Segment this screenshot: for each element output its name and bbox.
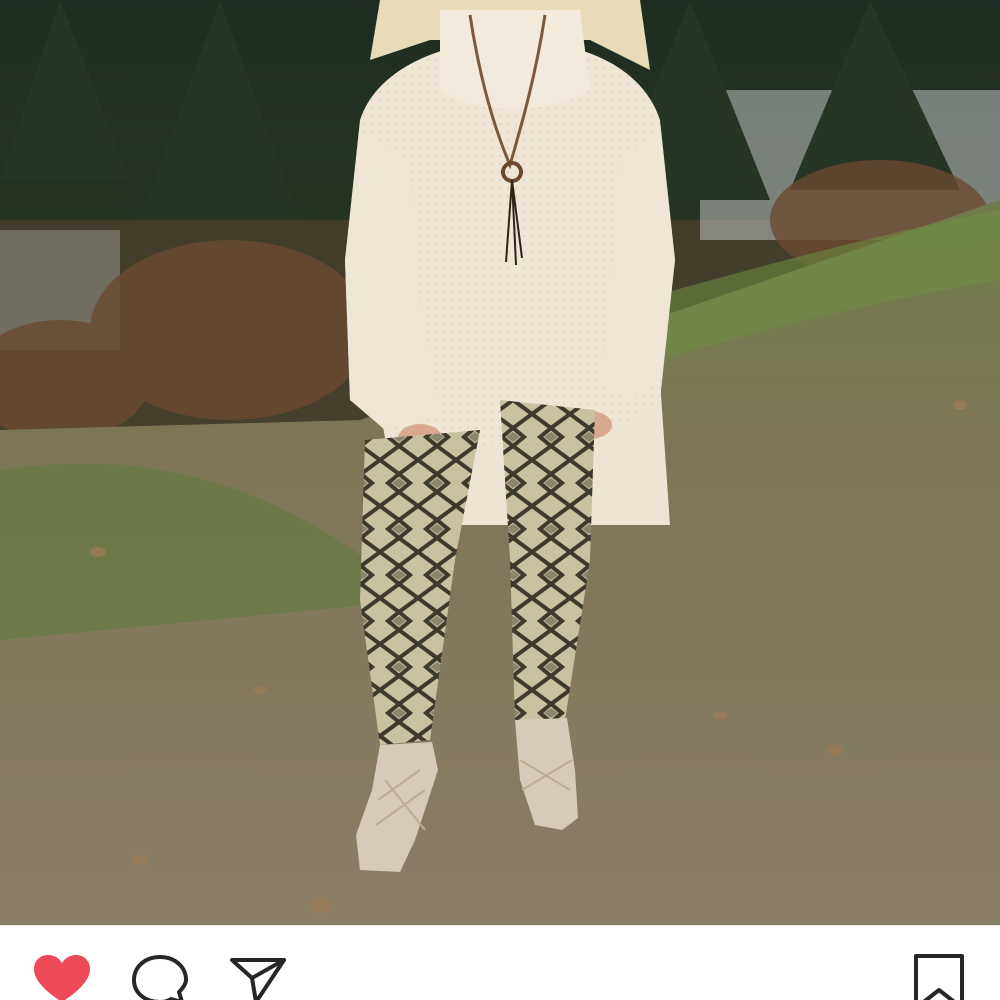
post-action-bar: [0, 926, 1000, 1000]
heart-icon: [34, 955, 90, 1000]
save-button[interactable]: [908, 952, 970, 1000]
share-button[interactable]: [226, 954, 290, 1000]
comment-button[interactable]: [128, 954, 192, 1000]
like-button[interactable]: [30, 954, 94, 1000]
paper-plane-icon: [230, 958, 286, 1000]
outfit-photo-illustration: [0, 0, 1000, 925]
comment-icon: [132, 955, 188, 1000]
post-photo[interactable]: [0, 0, 1000, 925]
instagram-post: [0, 0, 1000, 1000]
bookmark-icon: [914, 954, 964, 1000]
